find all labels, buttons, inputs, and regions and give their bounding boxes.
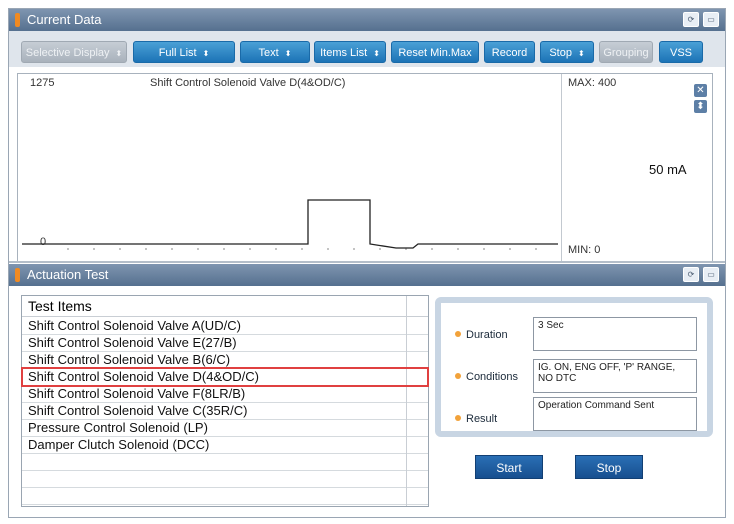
full-list-button[interactable]: Full List ⬍ [133, 41, 235, 63]
retry-icon[interactable]: ⟳ [683, 12, 699, 27]
current-data-titlebar: Current Data ⟳ ▭ [9, 9, 725, 31]
duration-label: Duration [455, 329, 508, 341]
current-data-title: Current Data [27, 12, 102, 27]
toolbar: Selective Display ⬍ Full List ⬍ Text ⬍ Item… [9, 31, 725, 67]
text-button[interactable]: Text ⬍ [240, 41, 310, 63]
conditions-value: IG. ON, ENG OFF, 'P' RANGE, NO DTC [533, 359, 697, 393]
list-item[interactable]: Shift Control Solenoid Valve F(8LR/B) [22, 385, 428, 403]
list-item[interactable]: Shift Control Solenoid Valve A(UD/C) [22, 317, 428, 335]
list-item[interactable] [22, 487, 428, 505]
list-item[interactable] [22, 453, 428, 471]
graph-axis-ticks [67, 248, 537, 250]
graph-min-label: MIN: 0 [568, 244, 601, 256]
bullet-icon [455, 331, 461, 337]
panel-marker-icon [15, 268, 20, 282]
bullet-icon [455, 415, 461, 421]
vss-button[interactable]: VSS [659, 41, 703, 63]
retry-icon[interactable]: ⟳ [683, 267, 699, 282]
list-item-label: Pressure Control Solenoid (LP) [28, 420, 208, 435]
minimize-icon[interactable]: ▭ [703, 267, 719, 282]
selective-display-button[interactable]: Selective Display ⬍ [21, 41, 127, 63]
minimize-icon[interactable]: ▭ [703, 12, 719, 27]
conditions-label: Conditions [455, 371, 518, 383]
graph-trace-line [22, 199, 558, 249]
graph-divider [561, 74, 562, 262]
list-item-label: Shift Control Solenoid Valve B(6/C) [28, 352, 231, 367]
list-item[interactable] [22, 470, 428, 488]
reset-min-max-button[interactable]: Reset Min.Max [391, 41, 479, 63]
grouping-button[interactable]: Grouping [599, 41, 653, 63]
list-item[interactable]: Shift Control Solenoid Valve D(4&OD/C) [21, 367, 429, 387]
panel-marker-icon [15, 13, 20, 27]
list-item-label: Shift Control Solenoid Valve C(35R/C) [28, 403, 248, 418]
test-items-header: Test Items [22, 296, 428, 317]
result-value: Operation Command Sent [533, 397, 697, 431]
list-item[interactable]: Shift Control Solenoid Valve E(27/B) [22, 334, 428, 352]
record-button[interactable]: Record [484, 41, 535, 63]
list-item-label: Shift Control Solenoid Valve E(27/B) [28, 335, 237, 350]
graph-max-label: MAX: 400 [568, 77, 617, 89]
test-items-list: Test Items Shift Control Solenoid Valve … [21, 295, 429, 507]
list-item[interactable]: Shift Control Solenoid Valve B(6/C) [22, 351, 428, 369]
list-item-label: Shift Control Solenoid Valve A(UD/C) [28, 318, 241, 333]
close-icon[interactable]: ✕ [694, 84, 707, 97]
list-item-label: Damper Clutch Solenoid (DCC) [28, 437, 210, 452]
start-button[interactable]: Start [475, 455, 543, 479]
list-item-label: Shift Control Solenoid Valve D(4&OD/C) [28, 369, 259, 384]
actuation-test-titlebar: Actuation Test ⟳ ▭ [9, 264, 725, 286]
stop-dropdown-button[interactable]: Stop ⬍ [540, 41, 594, 63]
panel-separator [9, 261, 725, 263]
list-item[interactable]: Shift Control Solenoid Valve C(35R/C) [22, 402, 428, 420]
result-label: Result [455, 413, 497, 425]
actuation-test-title: Actuation Test [27, 267, 109, 282]
bullet-icon [455, 373, 461, 379]
list-item-label: Shift Control Solenoid Valve F(8LR/B) [28, 386, 246, 401]
items-list-button[interactable]: Items List ⬍ [314, 41, 386, 63]
stop-button[interactable]: Stop [575, 455, 643, 479]
duration-value: 3 Sec [533, 317, 697, 351]
graph-trace-area [22, 199, 558, 250]
list-item[interactable]: Damper Clutch Solenoid (DCC) [22, 436, 428, 454]
scroll-updown-icon[interactable]: ⬍ [694, 100, 707, 113]
data-graph: 1275 Shift Control Solenoid Valve D(4&OD… [17, 73, 713, 263]
test-info-panel: Duration 3 Sec Conditions IG. ON, ENG OF… [435, 297, 713, 437]
current-value: 50 mA [649, 162, 687, 177]
main-window: Current Data ⟳ ▭ Selective Display ⬍ Full… [8, 8, 726, 518]
list-column-divider [406, 296, 407, 506]
list-item[interactable]: Pressure Control Solenoid (LP) [22, 419, 428, 437]
